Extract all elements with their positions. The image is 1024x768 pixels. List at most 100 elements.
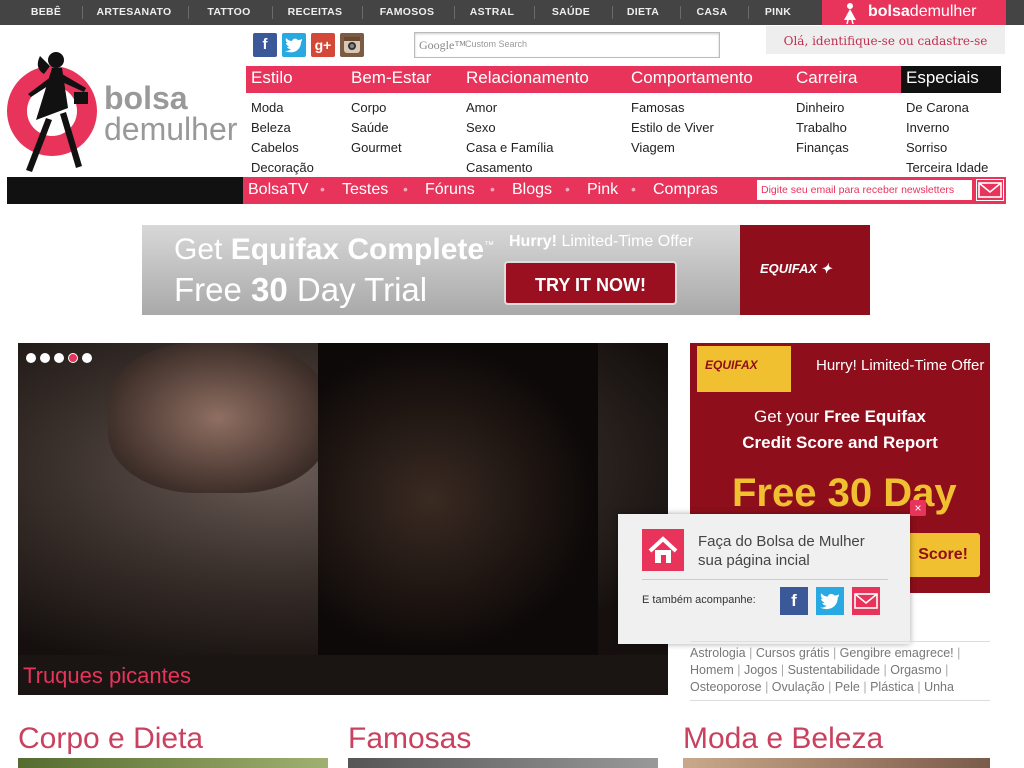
topbar-item-casa[interactable]: CASA	[686, 0, 738, 25]
topbar-item-saude[interactable]: SAÚDE	[540, 0, 602, 25]
tag-link[interactable]: Pele	[835, 680, 860, 694]
tag-link[interactable]: Ovulação	[772, 680, 825, 694]
submenu-link[interactable]: Cabelos	[251, 138, 314, 158]
menu-carreira[interactable]: Carreira	[796, 68, 857, 88]
facebook-icon[interactable]: f	[253, 33, 277, 57]
instagram-icon[interactable]	[340, 33, 364, 57]
slider-dot[interactable]	[54, 353, 64, 363]
topbar-item-astral[interactable]: ASTRAL	[460, 0, 524, 25]
submenu-link[interactable]: Gourmet	[351, 138, 402, 158]
section-title-famosas[interactable]: Famosas	[348, 722, 471, 756]
submenu-comportamento: Famosas Estilo de Viver Viagem	[631, 98, 714, 158]
submenu-link[interactable]: Casa e Família	[466, 138, 553, 158]
slider-dot-active[interactable]	[68, 353, 78, 363]
tag-link[interactable]: Astrologia	[690, 646, 746, 660]
banner-ad-hurry: Hurry! Limited-Time Offer	[509, 233, 694, 250]
topbar-item-artesanato[interactable]: ARTESANATO	[88, 0, 180, 25]
menu-relacionamento[interactable]: Relacionamento	[466, 68, 589, 88]
slider-dot[interactable]	[40, 353, 50, 363]
home-icon[interactable]	[642, 529, 684, 571]
tag-link[interactable]: Osteoporose	[690, 680, 762, 694]
submenu-link[interactable]: Trabalho	[796, 118, 849, 138]
submenu-link[interactable]: Decoração	[251, 158, 314, 178]
submenu-link[interactable]: Famosas	[631, 98, 714, 118]
slider-caption[interactable]: Truques picantes	[23, 663, 191, 689]
slider-dot[interactable]	[82, 353, 92, 363]
newsletter-email-input[interactable]: Digite seu email para receber newsletter…	[757, 180, 972, 200]
facebook-icon[interactable]: f	[780, 587, 808, 615]
logo-text-bolsa: bolsa	[104, 80, 188, 116]
section-title-corpo-e-dieta[interactable]: Corpo e Dieta	[18, 722, 203, 756]
tag-link[interactable]: Cursos grátis	[756, 646, 830, 660]
featured-slider[interactable]: Truques picantes	[18, 343, 668, 695]
newsletter-mail-icon[interactable]	[976, 179, 1004, 201]
site-logo[interactable]: bolsa demulher	[0, 40, 244, 177]
google-plus-icon[interactable]: g+	[311, 33, 335, 57]
submenu-link[interactable]: Sorriso	[906, 138, 988, 158]
nav-separator-dot: •	[490, 181, 495, 197]
homepage-popup: Faça do Bolsa de Mulher sua página incial…	[618, 500, 926, 644]
topbar-item-pink[interactable]: PINK	[754, 0, 802, 25]
topbar-item-receitas[interactable]: RECEITAS	[278, 0, 352, 25]
tag-link[interactable]: Plástica	[870, 680, 914, 694]
submenu-link[interactable]: Terceira Idade	[906, 158, 988, 178]
woman-silhouette-icon	[26, 52, 88, 172]
banner-ad-brand: EQUIFAX ✦	[760, 261, 832, 276]
section-thumbnail[interactable]	[683, 758, 990, 768]
nav-pink[interactable]: Pink	[587, 181, 618, 199]
tag-list: Astrologia | Cursos grátis | Gengibre em…	[690, 641, 990, 701]
nav-bolsatv[interactable]: BolsaTV	[248, 181, 308, 199]
section-thumbnail[interactable]	[18, 758, 328, 768]
submenu-link[interactable]: Inverno	[906, 118, 988, 138]
tag-link[interactable]: Orgasmo	[890, 663, 941, 677]
popup-close-button[interactable]: ×	[910, 500, 926, 516]
menu-comportamento[interactable]: Comportamento	[631, 68, 753, 88]
secondary-bar-left	[7, 177, 243, 204]
submenu-link[interactable]: Moda	[251, 98, 314, 118]
nav-testes[interactable]: Testes	[342, 181, 388, 199]
topbar-item-dieta[interactable]: DIETA	[618, 0, 668, 25]
equifax-banner-ad[interactable]: Get Equifax Complete™ Free 30 Day Trial …	[142, 225, 870, 315]
popup-divider	[642, 579, 888, 580]
banner-ad-cta-button[interactable]: TRY IT NOW!	[504, 261, 677, 305]
submenu-link[interactable]: Estilo de Viver	[631, 118, 714, 138]
section-title-moda-e-beleza[interactable]: Moda e Beleza	[683, 722, 883, 756]
topbar-brand-link[interactable]: bolsademulher	[822, 0, 1006, 25]
nav-compras[interactable]: Compras	[653, 181, 718, 199]
submenu-link[interactable]: Sexo	[466, 118, 553, 138]
nav-foruns[interactable]: Fóruns	[425, 181, 475, 199]
submenu-link[interactable]: Corpo	[351, 98, 402, 118]
submenu-link[interactable]: Viagem	[631, 138, 714, 158]
submenu-link[interactable]: Beleza	[251, 118, 314, 138]
submenu-relacionamento: Amor Sexo Casa e Família Casamento	[466, 98, 553, 178]
submenu-link[interactable]: Finanças	[796, 138, 849, 158]
tag-link[interactable]: Sustentabilidade	[788, 663, 880, 677]
submenu-link[interactable]: De Carona	[906, 98, 988, 118]
tag-link[interactable]: Gengibre emagrece!	[840, 646, 954, 660]
slider-image-detail	[318, 343, 598, 655]
tag-link[interactable]: Jogos	[744, 663, 777, 677]
submenu-link[interactable]: Amor	[466, 98, 553, 118]
twitter-icon[interactable]	[816, 587, 844, 615]
submenu-link[interactable]: Saúde	[351, 118, 402, 138]
twitter-icon[interactable]	[282, 33, 306, 57]
menu-estilo[interactable]: Estilo	[251, 68, 293, 88]
nav-separator-dot: •	[565, 181, 570, 197]
logo-text-demulher: demulher	[104, 111, 238, 147]
submenu-link[interactable]: Dinheiro	[796, 98, 849, 118]
slider-dot[interactable]	[26, 353, 36, 363]
topbar-item-bebe[interactable]: BEBÊ	[16, 0, 76, 25]
search-input[interactable]: Google™ Custom Search	[414, 32, 720, 58]
tag-link[interactable]: Unha	[924, 680, 954, 694]
menu-especiais[interactable]: Especiais	[906, 68, 979, 88]
menu-bem-estar[interactable]: Bem-Estar	[351, 68, 431, 88]
nav-blogs[interactable]: Blogs	[512, 181, 552, 199]
section-thumbnail[interactable]	[348, 758, 658, 768]
topbar-item-tattoo[interactable]: TATTOO	[194, 0, 264, 25]
search-placeholder: Custom Search	[465, 39, 528, 49]
email-icon[interactable]	[852, 587, 880, 615]
topbar-item-famosos[interactable]: FAMOSOS	[368, 0, 446, 25]
submenu-link[interactable]: Casamento	[466, 158, 553, 178]
tag-link[interactable]: Homem	[690, 663, 734, 677]
login-link[interactable]: Olá, identifique-se ou cadastre-se	[766, 26, 1005, 54]
